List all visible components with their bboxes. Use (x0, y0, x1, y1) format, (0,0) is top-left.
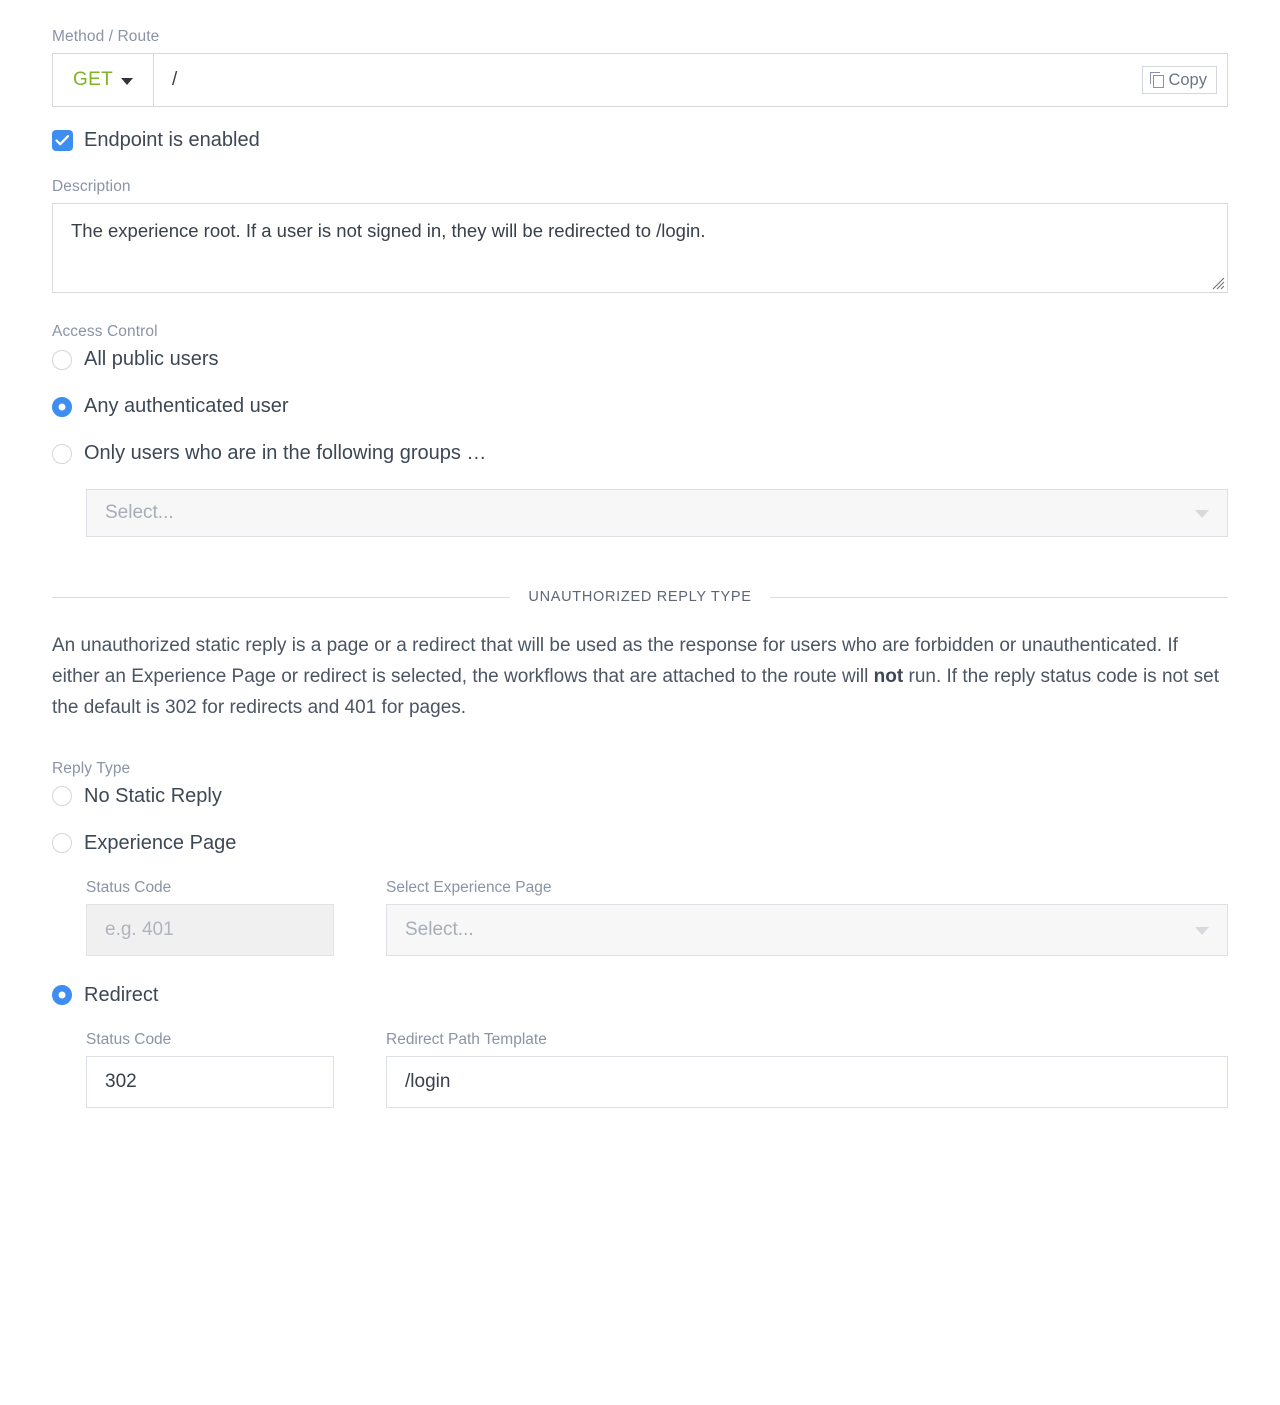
divider-line-left (52, 596, 511, 598)
experience-status-code-field: Status Code (86, 879, 334, 956)
reply-option-label: No Static Reply (84, 784, 222, 807)
groups-select[interactable]: Select... (86, 489, 1228, 537)
method-route-label: Method / Route (52, 28, 160, 45)
access-control-label: Access Control (52, 323, 158, 340)
groups-select-wrap: Select... (86, 489, 1228, 537)
endpoint-settings-form: Method / Route GET Copy Endpoint is enab… (0, 0, 1280, 1108)
divider-caption: UNAUTHORIZED REPLY TYPE (528, 589, 752, 605)
chevron-down-icon (1195, 926, 1209, 935)
description-label: Description (52, 178, 131, 195)
experience-page-select-field: Select Experience Page Select... (386, 879, 1228, 956)
copy-button-label: Copy (1168, 70, 1207, 89)
reply-option-redirect[interactable]: Redirect (52, 984, 1228, 1007)
paragraph-bold-not: not (873, 665, 904, 687)
experience-status-code-label: Status Code (86, 878, 172, 896)
check-icon (55, 135, 70, 146)
redirect-status-code-input[interactable] (86, 1055, 334, 1108)
radio-no-static-reply[interactable] (52, 786, 72, 807)
reply-option-label: Redirect (84, 983, 159, 1006)
chevron-down-icon (120, 78, 133, 85)
http-method-select[interactable]: GET (53, 54, 154, 106)
redirect-path-label: Redirect Path Template (386, 1030, 547, 1048)
radio-all-public-users[interactable] (52, 349, 72, 370)
access-option-label: Any authenticated user (84, 395, 289, 417)
copy-icon (1150, 72, 1165, 88)
experience-page-select[interactable]: Select... (386, 903, 1228, 956)
copy-button[interactable]: Copy (1142, 65, 1217, 95)
unauthorized-description: An unauthorized static reply is a page o… (52, 631, 1228, 724)
endpoint-enabled-checkbox[interactable] (52, 130, 73, 151)
redirect-status-code-field: Status Code (86, 1031, 334, 1108)
endpoint-enabled-row[interactable]: Endpoint is enabled (52, 129, 1228, 152)
experience-page-fields: Status Code Select Experience Page Selec… (86, 879, 1228, 956)
experience-page-select-label: Select Experience Page (386, 878, 552, 896)
unauthorized-divider: UNAUTHORIZED REPLY TYPE (52, 589, 1229, 605)
copy-button-wrap: Copy (1142, 54, 1227, 106)
access-option-label: All public users (84, 348, 219, 370)
radio-experience-page[interactable] (52, 833, 72, 854)
access-option-all-public-users[interactable]: All public users (52, 348, 1228, 371)
reply-type-label: Reply Type (52, 759, 131, 777)
reply-option-experience-page[interactable]: Experience Page (52, 832, 1228, 855)
access-option-specific-groups[interactable]: Only users who are in the following grou… (52, 442, 1228, 465)
redirect-fields: Status Code Redirect Path Template (86, 1031, 1228, 1108)
http-method-value: GET (73, 69, 113, 90)
experience-status-code-input[interactable] (86, 903, 334, 956)
description-box (52, 203, 1228, 293)
redirect-path-field: Redirect Path Template (386, 1031, 1228, 1108)
radio-specific-groups[interactable] (52, 443, 72, 464)
chevron-down-icon (1195, 510, 1209, 518)
redirect-status-code-label: Status Code (86, 1030, 172, 1048)
endpoint-enabled-label: Endpoint is enabled (84, 129, 260, 151)
access-option-label: Only users who are in the following grou… (84, 442, 487, 464)
experience-page-select-value: Select... (405, 918, 474, 940)
radio-any-authenticated-user[interactable] (52, 396, 72, 417)
redirect-path-input[interactable] (386, 1055, 1228, 1108)
method-route-row: GET Copy (52, 53, 1228, 107)
description-textarea[interactable] (53, 204, 1227, 292)
radio-redirect[interactable] (52, 985, 72, 1006)
divider-line-right (769, 596, 1229, 598)
groups-select-value: Select... (105, 502, 174, 523)
route-path-input[interactable] (154, 54, 1143, 106)
access-option-any-authenticated-user[interactable]: Any authenticated user (52, 395, 1228, 418)
reply-option-no-static-reply[interactable]: No Static Reply (52, 785, 1228, 808)
reply-option-label: Experience Page (84, 831, 237, 854)
